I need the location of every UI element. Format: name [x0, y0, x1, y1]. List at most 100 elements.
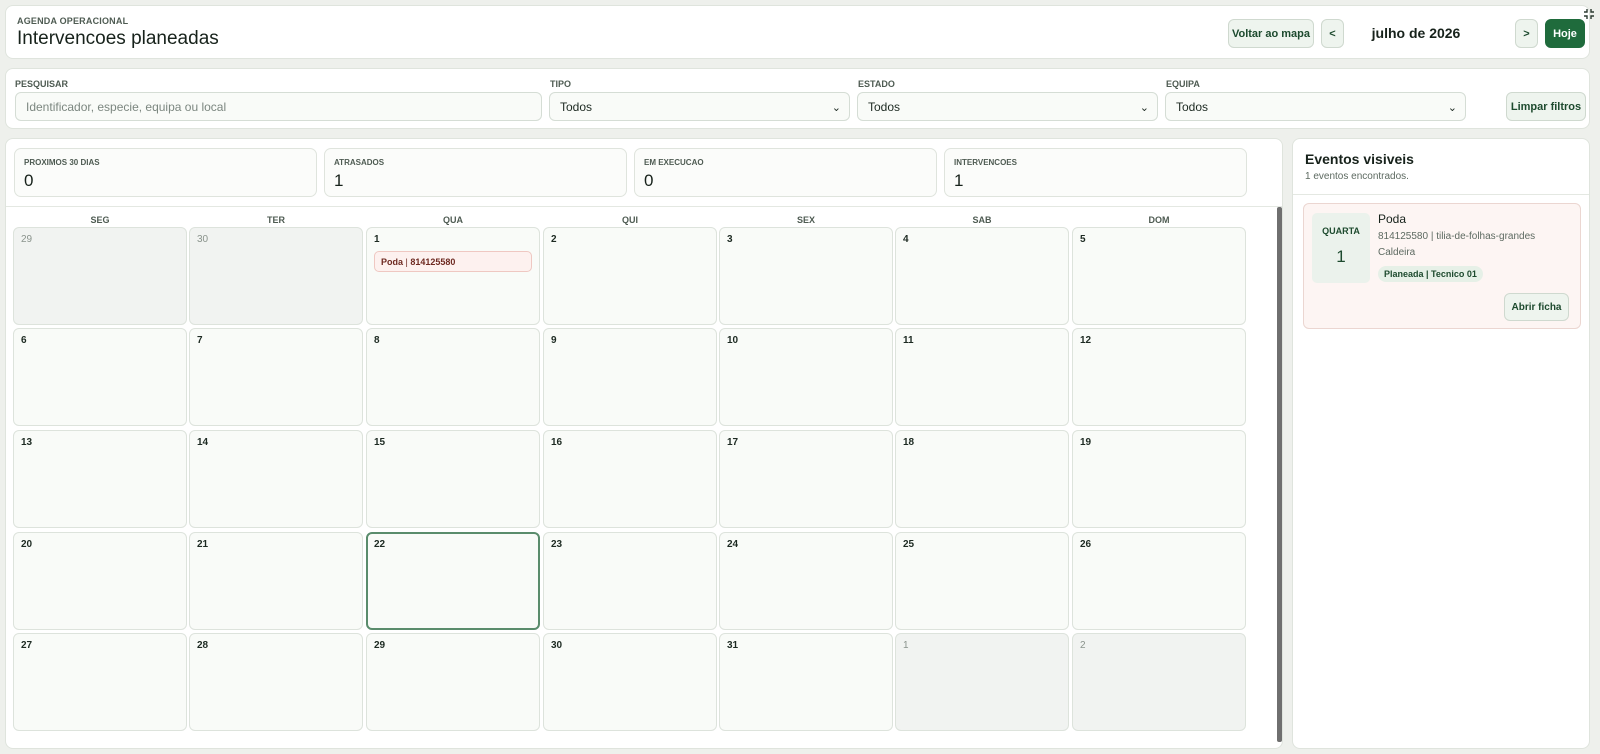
stat-value: 1	[954, 171, 964, 190]
today-button[interactable]: Hoje	[1545, 19, 1585, 48]
calendar-day-cell[interactable]: 31	[719, 633, 893, 731]
calendar-day-cell[interactable]: 11	[895, 328, 1069, 426]
weekday-label: TER	[267, 215, 285, 225]
day-number: 7	[197, 335, 203, 346]
calendar-day-cell[interactable]: 3	[719, 227, 893, 325]
calendar-day-cell[interactable]: 30	[189, 227, 363, 325]
calendar-day-cell[interactable]: 4	[895, 227, 1069, 325]
back-to-map-button[interactable]: Voltar ao mapa	[1228, 19, 1314, 48]
event-title: Poda	[1378, 212, 1407, 226]
weekday-label: QUI	[621, 215, 638, 225]
calendar-day-cell[interactable]: 19	[1072, 430, 1246, 528]
calendar-day-cell[interactable]: 25	[895, 532, 1069, 630]
calendar-day-cell[interactable]: 14	[189, 430, 363, 528]
day-number: 1	[903, 640, 909, 651]
calendar-day-cell[interactable]: 1 Poda | 814125580	[366, 227, 540, 325]
day-number: 10	[727, 335, 739, 346]
side-panel-divider	[1293, 194, 1589, 195]
status-badge: Planeada | Tecnico 01	[1378, 266, 1483, 282]
weekday-label: SEG	[90, 215, 110, 225]
weekday-label: SEX	[796, 215, 815, 225]
estado-select[interactable]: Todos ⌄	[857, 92, 1158, 121]
search-input[interactable]: Identificador, especie, equipa ou local	[15, 92, 542, 121]
page-title: Intervencoes planeadas	[17, 28, 219, 49]
stat-card-interventions: INTERVENCOES 1	[944, 148, 1247, 197]
day-number: 26	[1080, 539, 1092, 550]
stat-value: 1	[334, 171, 344, 190]
calendar-day-cell[interactable]: 24	[719, 532, 893, 630]
calendar-day-cell[interactable]: 8	[366, 328, 540, 426]
calendar-day-cell[interactable]: 2	[543, 227, 717, 325]
calendar-day-cell[interactable]: 10	[719, 328, 893, 426]
calendar-day-cell[interactable]: 29	[366, 633, 540, 731]
calendar-day-cell[interactable]: 2	[1072, 633, 1246, 731]
day-number: 17	[727, 437, 739, 448]
collapse-icon[interactable]	[1583, 8, 1595, 20]
estado-label: ESTADO	[858, 79, 895, 89]
calendar-day-cell[interactable]: 1	[895, 633, 1069, 731]
calendar-day-cell[interactable]: 18	[895, 430, 1069, 528]
stat-card-overdue: ATRASADOS 1	[324, 148, 627, 197]
day-number: 23	[551, 539, 563, 550]
day-number: 11	[903, 335, 914, 346]
open-record-button[interactable]: Abrir ficha	[1504, 293, 1569, 321]
day-number: 6	[21, 335, 27, 346]
event-card[interactable]: QUARTA 1 Poda 814125580 | tilia-de-folha…	[1303, 203, 1581, 329]
calendar-day-cell[interactable]: 13	[13, 430, 187, 528]
equipa-select[interactable]: Todos ⌄	[1165, 92, 1466, 121]
weekday-label: QUA	[443, 215, 463, 225]
calendar-scrollbar[interactable]	[1277, 207, 1282, 742]
calendar-day-cell[interactable]: 5	[1072, 227, 1246, 325]
day-number: 29	[21, 234, 33, 245]
calendar-day-cell[interactable]: 27	[13, 633, 187, 731]
page-header: AGENDA OPERACIONAL Intervencoes planeada…	[5, 5, 1594, 59]
calendar-day-cell[interactable]: 6	[13, 328, 187, 426]
calendar-day-cell[interactable]: 21	[189, 532, 363, 630]
search-label: PESQUISAR	[15, 79, 69, 89]
day-number: 25	[903, 539, 915, 550]
side-panel-title: Eventos visiveis	[1305, 151, 1414, 167]
day-number: 2	[551, 234, 557, 245]
event-chip-type: Poda	[381, 256, 404, 267]
tipo-select-value: Todos	[560, 99, 593, 114]
calendar-day-cell[interactable]: 16	[543, 430, 717, 528]
day-number: 20	[21, 539, 33, 550]
prev-month-button[interactable]: <	[1321, 19, 1344, 48]
calendar-day-cell[interactable]: 12	[1072, 328, 1246, 426]
stat-label: EM EXECUCAO	[644, 158, 704, 167]
next-month-button[interactable]: >	[1515, 19, 1538, 48]
event-day: 1	[1336, 247, 1346, 266]
calendar-day-cell[interactable]: 20	[13, 532, 187, 630]
calendar-day-cell[interactable]: 30	[543, 633, 717, 731]
event-meta: 814125580 | tilia-de-folhas-grandes	[1378, 231, 1536, 242]
calendar-event-chip[interactable]: Poda | 814125580	[374, 251, 532, 272]
calendar-day-cell-today[interactable]: 22	[366, 532, 540, 630]
calendar-day-cell[interactable]: 9	[543, 328, 717, 426]
current-month-label: julho de 2026	[1371, 25, 1461, 41]
day-number: 4	[903, 234, 909, 245]
calendar-day-cell[interactable]: 28	[189, 633, 363, 731]
event-chip-separator: |	[403, 256, 411, 267]
calendar-day-cell[interactable]: 23	[543, 532, 717, 630]
day-number: 19	[1080, 437, 1092, 448]
calendar-day-cell[interactable]: 15	[366, 430, 540, 528]
day-number: 2	[1080, 640, 1086, 651]
day-number: 30	[551, 640, 563, 651]
stat-label: ATRASADOS	[334, 158, 385, 167]
stat-value: 0	[644, 171, 654, 190]
stat-label: PROXIMOS 30 DIAS	[24, 158, 100, 167]
stat-label: INTERVENCOES	[954, 158, 1017, 167]
day-number: 1	[374, 234, 380, 245]
tipo-select[interactable]: Todos ⌄	[549, 92, 850, 121]
calendar-day-cell[interactable]: 29	[13, 227, 187, 325]
calendar-day-cell[interactable]: 7	[189, 328, 363, 426]
day-number: 3	[727, 234, 733, 245]
calendar-day-cell[interactable]: 26	[1072, 532, 1246, 630]
day-number: 29	[374, 640, 386, 651]
clear-filters-button[interactable]: Limpar filtros	[1506, 92, 1586, 121]
page-eyebrow: AGENDA OPERACIONAL	[17, 16, 129, 26]
calendar-day-cell[interactable]: 17	[719, 430, 893, 528]
collapse-icon-svg	[1584, 9, 1594, 19]
day-number: 21	[197, 539, 209, 550]
day-number: 14	[197, 437, 209, 448]
